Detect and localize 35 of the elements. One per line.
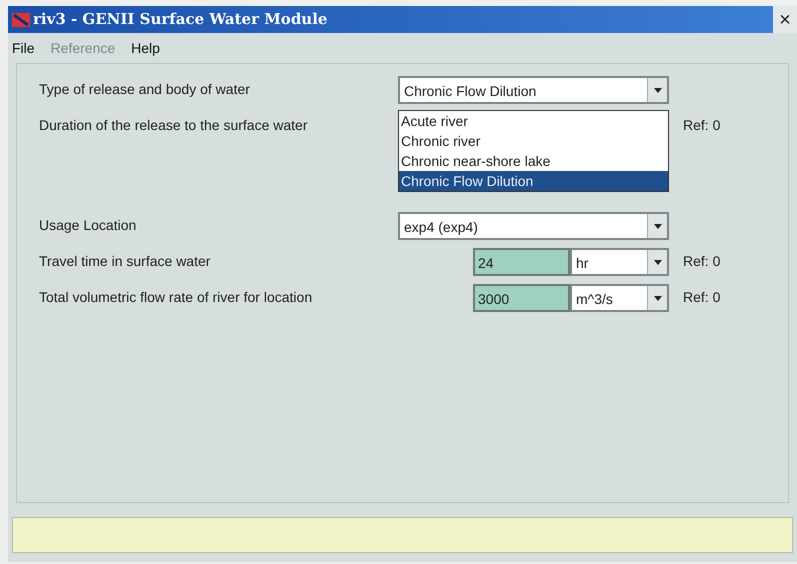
app-icon bbox=[12, 12, 30, 28]
menu-item[interactable]: Help bbox=[131, 38, 160, 58]
number-field[interactable]: 24 bbox=[473, 248, 570, 276]
dropdown-button[interactable] bbox=[647, 78, 667, 102]
dropdown-value: m^3/s bbox=[575, 290, 614, 309]
field-label: Total volumetric flow rate of river for location bbox=[39, 288, 314, 307]
number-field[interactable]: 3000 bbox=[473, 284, 570, 312]
reference-label: Ref: 0 bbox=[683, 288, 720, 307]
field-label: Type of release and body of water bbox=[39, 80, 251, 99]
field-label: Duration of the release to the surface water bbox=[39, 116, 308, 135]
list-option[interactable]: Chronic river bbox=[399, 131, 668, 151]
dropdown-value: hr bbox=[575, 254, 590, 273]
field-label: Usage Location bbox=[39, 216, 138, 235]
reference-label: Ref: 0 bbox=[683, 116, 720, 135]
unit-dropdown[interactable]: hr bbox=[570, 248, 669, 276]
window-title: riv3 - GENII Surface Water Module bbox=[33, 9, 328, 30]
caret-icon bbox=[654, 224, 662, 228]
dropdown[interactable]: Chronic Flow Dilution bbox=[398, 76, 669, 104]
close-button[interactable]: × bbox=[773, 6, 797, 33]
field-label: Travel time in surface water bbox=[39, 252, 212, 271]
list-option[interactable]: Acute river bbox=[399, 111, 668, 131]
list-option[interactable]: Chronic Flow Dilution bbox=[399, 171, 668, 191]
caret-icon bbox=[654, 260, 662, 264]
dropdown-value: Chronic Flow Dilution bbox=[403, 82, 538, 101]
unit-dropdown[interactable]: m^3/s bbox=[570, 284, 669, 312]
caret-icon bbox=[654, 296, 662, 300]
dropdown-button[interactable] bbox=[647, 214, 667, 238]
dropdown-button[interactable] bbox=[647, 286, 667, 310]
dropdown-button[interactable] bbox=[647, 250, 667, 274]
reference-label: Ref: 0 bbox=[683, 252, 720, 271]
dropdown[interactable]: exp4 (exp4) bbox=[398, 212, 669, 240]
list-option[interactable]: Chronic near-shore lake bbox=[399, 151, 668, 171]
caret-icon bbox=[654, 88, 662, 92]
dropdown-value: exp4 (exp4) bbox=[403, 218, 479, 237]
menu-item[interactable]: File bbox=[12, 38, 35, 58]
